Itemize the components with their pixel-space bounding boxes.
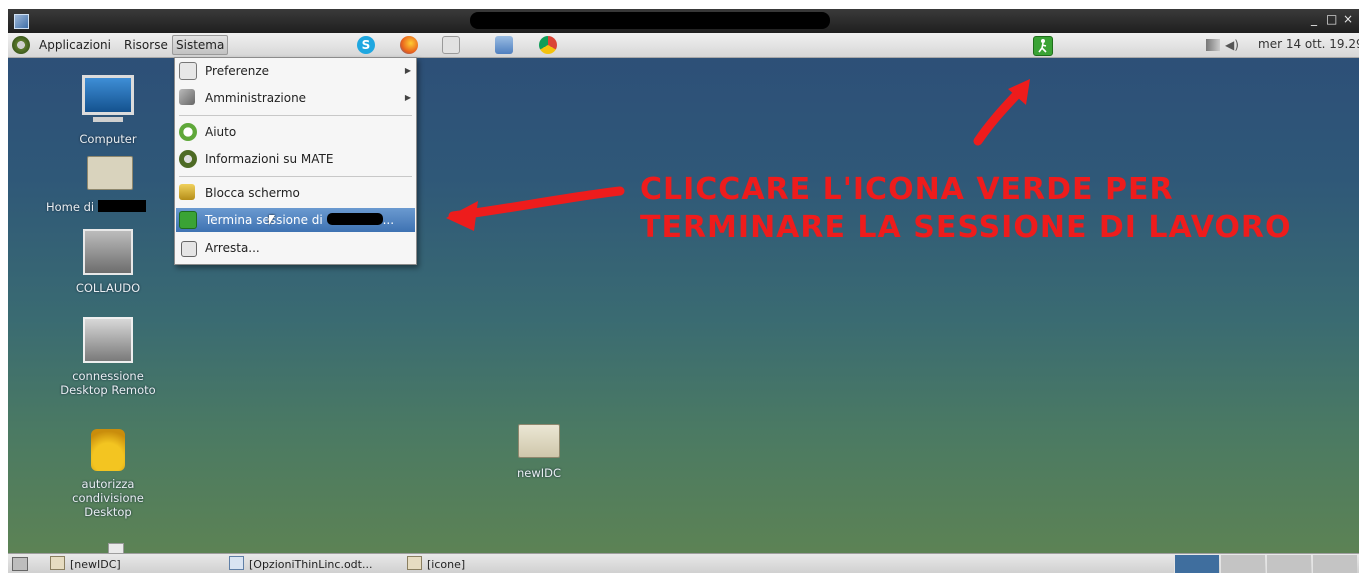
firefox-launcher-icon[interactable] (400, 36, 418, 54)
show-desktop-icon[interactable] (12, 557, 28, 571)
sistema-menu: Preferenze ▶ Amministrazione ▶ Aiuto Inf… (174, 57, 417, 265)
workspace-2[interactable] (1220, 555, 1265, 573)
menu-item-suffix: ... (382, 213, 395, 227)
menu-separator (179, 115, 412, 116)
maximize-button[interactable]: □ (1326, 12, 1337, 26)
tools-icon (179, 89, 195, 105)
menu-item-label: Aiuto (205, 125, 237, 139)
task-opzioni-thinlinc[interactable]: [OpzioniThinLinc.odt... (229, 556, 372, 572)
remote-desktop-icon (83, 317, 133, 363)
arrow-head-left (446, 201, 478, 231)
icon-label: connessione (72, 369, 144, 383)
submenu-arrow-icon: ▶ (404, 66, 411, 75)
arrow-head-up (1008, 79, 1030, 105)
task-label: [icone] (427, 558, 466, 571)
lock-screen-icon (179, 184, 195, 200)
mouse-cursor-icon (269, 215, 275, 225)
workspace-3[interactable] (1266, 555, 1311, 573)
desktop-screen: _ □ × Applicazioni Risorse Sistema S ◀) … (8, 9, 1359, 573)
menu-item-label: Amministrazione (205, 91, 307, 105)
mate-logo-icon[interactable] (12, 36, 30, 54)
computer-icon (82, 75, 134, 115)
submenu-arrow-icon: ▶ (404, 93, 411, 102)
desktop-icon-newidc[interactable]: newIDC (474, 424, 604, 480)
redacted-username (326, 213, 383, 225)
arrow-to-menu-item (448, 186, 625, 221)
desktop-icon-connessione[interactable]: connessione Desktop Remoto (43, 317, 173, 397)
folder-icon (407, 556, 422, 570)
close-button[interactable]: × (1343, 12, 1353, 26)
skype-launcher-icon[interactable]: S (357, 36, 375, 54)
icon-label-line3: Desktop (84, 505, 132, 519)
menu-sistema[interactable]: Sistema (172, 35, 229, 55)
workspace-4[interactable] (1312, 555, 1357, 573)
menu-applicazioni[interactable]: Applicazioni (36, 36, 114, 54)
window-title-bar: _ □ × (8, 9, 1359, 33)
volume-icon[interactable]: ◀) (1225, 38, 1239, 52)
desktop-icon-computer[interactable]: Computer (43, 75, 173, 146)
chrome-launcher-icon[interactable] (539, 36, 557, 54)
bottom-panel: [newIDC] [OpzioniThinLinc.odt... [icone] (8, 553, 1359, 573)
menu-item-termina-sessione[interactable]: Termina sessione di ... (176, 208, 415, 232)
instruction-annotation: CLICCARE L'ICONA VERDE PER TERMINARE LA … (640, 171, 1340, 247)
icon-label: Home di (46, 200, 95, 214)
menu-item-label: Informazioni su MATE (205, 152, 334, 166)
menu-item-label: Blocca schermo (205, 186, 300, 200)
network-icon[interactable] (1206, 39, 1220, 51)
task-newidc[interactable]: [newIDC] (50, 556, 121, 572)
menu-item-label: Termina sessione di (205, 213, 323, 227)
icon-label-line2: Desktop Remoto (60, 383, 156, 397)
logout-green-icon[interactable] (1033, 36, 1053, 56)
menu-item-preferenze[interactable]: Preferenze ▶ (176, 59, 415, 83)
annotation-line-2: TERMINARE LA SESSIONE DI LAVORO (640, 210, 1292, 245)
menu-item-amministrazione[interactable]: Amministrazione ▶ (176, 86, 415, 110)
redacted-username (97, 200, 146, 212)
top-panel: Applicazioni Risorse Sistema S ◀) mer 14… (8, 33, 1359, 58)
shutdown-icon (181, 241, 197, 257)
clock[interactable]: mer 14 ott. 19.29 (1258, 37, 1359, 51)
mate-logo-icon (179, 150, 197, 168)
desktop-icon-collaudo[interactable]: COLLAUDO (43, 229, 173, 295)
logout-green-icon (179, 211, 197, 229)
icon-label: newIDC (516, 466, 562, 480)
menu-item-aiuto[interactable]: Aiuto (176, 120, 415, 144)
help-icon (179, 123, 197, 141)
folder-icon (50, 556, 65, 570)
menu-item-informazioni[interactable]: Informazioni su MATE (176, 147, 415, 171)
menu-separator (179, 176, 412, 177)
icon-label: Computer (79, 132, 137, 146)
remote-shortcut-icon (83, 229, 133, 275)
task-icone[interactable]: [icone] (407, 556, 465, 572)
minimize-button[interactable]: _ (1311, 12, 1317, 26)
annotation-line-1: CLICCARE L'ICONA VERDE PER (640, 172, 1174, 207)
home-folder-icon (86, 156, 133, 190)
calculator-launcher-icon[interactable] (442, 36, 460, 54)
remote-desktop-launcher-icon[interactable] (495, 36, 513, 54)
menu-item-arresta[interactable]: Arresta... (176, 236, 415, 260)
arrow-to-green-icon (973, 86, 1025, 146)
icon-label: COLLAUDO (75, 281, 141, 295)
desktop-icon-autorizza[interactable]: autorizza condivisione Desktop (43, 429, 173, 519)
folder-icon (518, 424, 560, 458)
menu-item-label: Arresta... (205, 241, 260, 255)
menu-item-blocca-schermo[interactable]: Blocca schermo (176, 181, 415, 205)
preferences-icon (179, 62, 197, 80)
menu-item-label: Preferenze (205, 64, 270, 78)
desktop-icon-home[interactable]: Home di (43, 156, 176, 214)
app-icon (14, 14, 29, 29)
document-icon (229, 556, 244, 570)
redacted-title (470, 12, 830, 29)
workspace-1[interactable] (1174, 555, 1219, 573)
menu-risorse[interactable]: Risorse (121, 36, 171, 54)
task-label: [newIDC] (70, 558, 121, 571)
task-label: [OpzioniThinLinc.odt... (249, 558, 373, 571)
padlock-icon (91, 429, 125, 471)
icon-label-line2: condivisione (72, 491, 144, 505)
icon-label: autorizza (81, 477, 135, 491)
